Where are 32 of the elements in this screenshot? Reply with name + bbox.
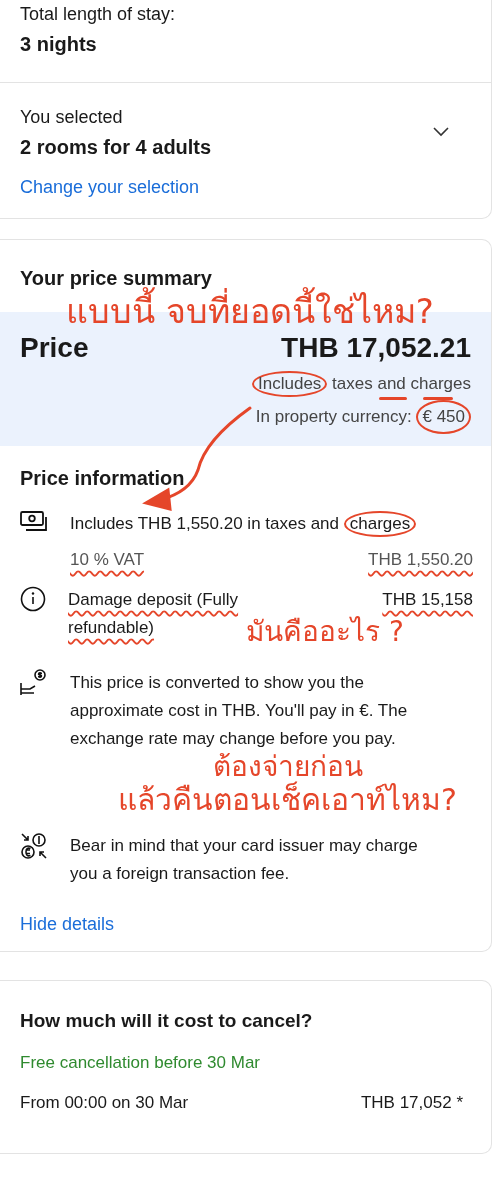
- vat-amount: THB 1,550.20: [368, 549, 473, 572]
- selection-label: You selected: [20, 106, 124, 129]
- info-text: Bear in mind that your card issuer may charge you a foreign transaction fee.: [70, 835, 419, 885]
- deposit-text: Damage deposit (Fully refundable): [68, 589, 240, 640]
- taxes-text: Includes THB 1,550.20 in taxes and charges: [70, 510, 417, 539]
- cancel-title: How much will it cost to cancel?: [20, 1009, 314, 1033]
- info-text: This price is converted to show you the approximate cost in THB. You'll pay in €. The exchange rate may change before you pay.: [70, 672, 409, 751]
- annotation-note: แล้วคืนตอนเช็คเอาท์ไหม?: [118, 780, 457, 819]
- currency-exchange-icon: [20, 832, 48, 860]
- underline-mark: [422, 397, 454, 401]
- price-label: Price: [20, 331, 89, 366]
- chevron-icon[interactable]: [433, 127, 449, 137]
- price-note: Includes taxes and charges: [252, 370, 471, 399]
- free-cancellation-text: Free cancellation before 30 Mar: [20, 1053, 262, 1073]
- deposit-amount: THB 15,158: [382, 589, 473, 612]
- hide-details-link[interactable]: Hide details: [20, 914, 115, 935]
- cancel-from-text: From 00:00 on 30 Mar: [20, 1093, 189, 1113]
- cancel-amount: THB 17,052 *: [360, 1093, 463, 1113]
- coin-hand-icon: [20, 669, 48, 698]
- info-title: Price information: [20, 466, 186, 492]
- price-amount: THB 17,052.21: [281, 331, 471, 366]
- summary-title: Your price summary: [20, 266, 212, 289]
- info-icon: [20, 586, 46, 613]
- stay-label: Total length of stay:: [20, 3, 177, 26]
- vat-label: 10 % VAT: [70, 549, 144, 572]
- selection-value: 2 rooms for 4 adults: [20, 135, 212, 160]
- annotation-note: มันคืออะไร ?: [246, 614, 404, 651]
- change-selection-link[interactable]: Change your selection: [20, 177, 200, 198]
- cash-icon: [20, 510, 48, 533]
- underline-mark: [379, 397, 408, 401]
- stay-value: 3 nights: [20, 32, 98, 57]
- property-currency: In property currency: € 450: [255, 400, 471, 435]
